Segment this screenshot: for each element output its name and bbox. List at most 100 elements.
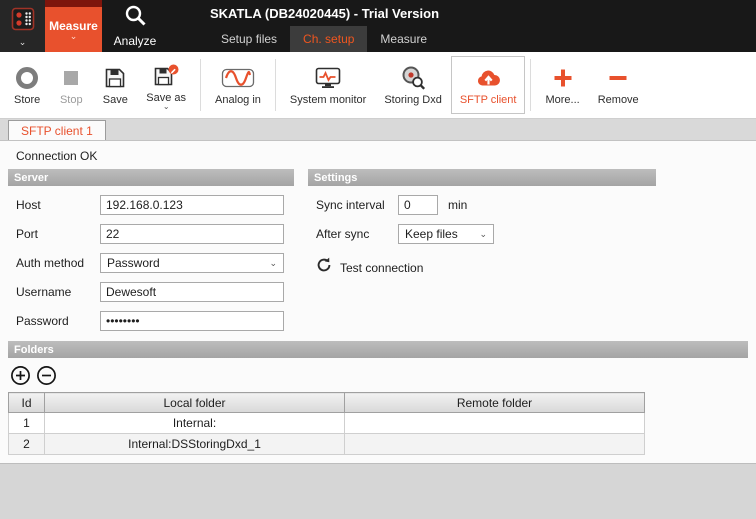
device-icon (11, 7, 35, 38)
host-row: Host (16, 195, 294, 215)
tab-sftp-client-1[interactable]: SFTP client 1 (8, 120, 106, 140)
auth-method-label: Auth method (16, 256, 85, 270)
analog-in-icon (221, 64, 255, 92)
stop-icon (61, 64, 81, 92)
analyze-mode-button[interactable]: Analyze (102, 0, 168, 52)
sync-interval-unit: min (448, 198, 468, 212)
tab-ch-setup[interactable]: Ch. setup (290, 26, 368, 52)
sync-interval-input[interactable] (398, 195, 438, 215)
more-button[interactable]: More... (536, 56, 588, 114)
minus-icon (607, 64, 629, 92)
minus-circle-icon (37, 366, 56, 385)
stop-button[interactable]: Stop (49, 56, 93, 114)
store-button[interactable]: Store (5, 56, 49, 114)
password-input[interactable] (100, 311, 284, 331)
username-input[interactable] (100, 282, 284, 302)
password-label: Password (16, 314, 69, 328)
title-row: SKATLA (DB24020445) - Trial Version (168, 0, 756, 26)
server-group: Server Host Port Auth method Password ⌄ (8, 169, 294, 331)
test-connection-button[interactable]: Test connection (316, 257, 656, 278)
storing-dxd-button[interactable]: Storing Dxd (375, 56, 450, 114)
save-as-button[interactable]: Save as ⌄ (137, 56, 195, 114)
host-input[interactable] (100, 195, 284, 215)
host-label: Host (16, 198, 41, 212)
table-row: 1 Internal: (8, 412, 645, 434)
column-header-remote-folder[interactable]: Remote folder (344, 392, 645, 413)
toolbar-separator (200, 59, 202, 111)
cloud-upload-icon (475, 64, 502, 92)
folder-actions (8, 358, 748, 392)
system-monitor-icon (314, 64, 342, 92)
remote-folder-cell[interactable] (344, 412, 645, 434)
username-label: Username (16, 285, 72, 299)
local-folder-cell[interactable]: Internal:DSStoringDxd_1 (44, 433, 345, 455)
settings-group: Settings Sync interval min After sync Ke… (308, 169, 656, 331)
save-button[interactable]: Save (93, 56, 137, 114)
settings-columns: Server Host Port Auth method Password ⌄ (8, 169, 748, 331)
connection-status: Connection OK (16, 149, 98, 163)
remove-button[interactable]: Remove (589, 56, 648, 114)
after-sync-row: After sync Keep files ⌄ (316, 224, 656, 244)
system-monitor-button[interactable]: System monitor (281, 56, 375, 114)
port-row: Port (16, 224, 294, 244)
storing-dxd-icon (400, 64, 426, 92)
window-title: SKATLA (DB24020445) - Trial Version (210, 5, 440, 21)
auth-method-value: Password (107, 256, 160, 270)
password-row: Password (16, 311, 294, 331)
folders-table: Id Local folder Remote folder 1 Internal… (8, 392, 645, 455)
chevron-down-icon: ⌄ (18, 37, 27, 47)
remote-folder-cell[interactable] (344, 433, 645, 455)
analyze-mode-label: Analyze (113, 34, 157, 48)
row-id-cell: 2 (8, 433, 45, 455)
plus-circle-icon (11, 366, 30, 385)
tab-measure[interactable]: Measure (367, 26, 440, 52)
port-input[interactable] (100, 224, 284, 244)
column-header-id[interactable]: Id (8, 392, 45, 413)
toolbar-separator (274, 59, 276, 111)
username-row: Username (16, 282, 294, 302)
toolbar: Store Stop Save Save as ⌄ Analog in Syst… (0, 52, 756, 119)
server-group-header: Server (8, 169, 294, 186)
test-connection-label: Test connection (340, 260, 424, 275)
remove-folder-button[interactable] (36, 365, 57, 386)
top-bar: ⌄ Measure ⌄ Analyze SKATLA (DB24020445) … (0, 0, 756, 52)
after-sync-select[interactable]: Keep files ⌄ (398, 224, 494, 244)
sftp-client-button[interactable]: SFTP client (450, 56, 526, 114)
settings-group-header: Settings (308, 169, 656, 186)
local-folder-cell[interactable]: Internal: (44, 412, 345, 434)
save-as-icon (153, 62, 179, 90)
store-icon (14, 64, 40, 92)
app-menu-button[interactable]: ⌄ (0, 0, 45, 52)
search-icon (124, 4, 147, 32)
table-row: 2 Internal:DSStoringDxd_1 (8, 433, 645, 455)
folders-table-header: Id Local folder Remote folder (8, 392, 645, 413)
add-folder-button[interactable] (10, 365, 31, 386)
plus-icon (552, 64, 574, 92)
auth-method-row: Auth method Password ⌄ (16, 253, 294, 273)
analog-in-button[interactable]: Analog in (206, 56, 270, 114)
chevron-down-icon: ⌄ (479, 228, 487, 239)
refresh-icon (316, 257, 332, 278)
port-label: Port (16, 227, 39, 241)
plugin-tab-strip: SFTP client 1 (0, 119, 756, 141)
row-id-cell: 1 (8, 412, 45, 434)
storing-indicator-stripe (45, 0, 102, 7)
after-sync-value: Keep files (405, 227, 458, 241)
sync-interval-label: Sync interval (316, 198, 385, 212)
setup-tabs: Setup files Ch. setup Measure (168, 26, 756, 52)
chevron-down-icon: ⌄ (269, 257, 277, 268)
topbar-main: SKATLA (DB24020445) - Trial Version Setu… (168, 0, 756, 52)
auth-method-select[interactable]: Password ⌄ (100, 253, 284, 273)
chevron-down-icon: ⌄ (69, 30, 78, 41)
chevron-down-icon: ⌄ (162, 101, 170, 111)
tab-setup-files[interactable]: Setup files (208, 26, 290, 52)
folders-group-header: Folders (8, 341, 748, 358)
toolbar-separator (530, 59, 532, 111)
app-window: ⌄ Measure ⌄ Analyze SKATLA (DB24020445) … (0, 0, 756, 519)
footer-area (0, 463, 756, 519)
save-icon (103, 64, 127, 92)
column-header-local-folder[interactable]: Local folder (44, 392, 345, 413)
measure-mode-button[interactable]: Measure ⌄ (45, 0, 102, 52)
sync-interval-row: Sync interval min (316, 195, 656, 215)
after-sync-label: After sync (316, 227, 370, 241)
